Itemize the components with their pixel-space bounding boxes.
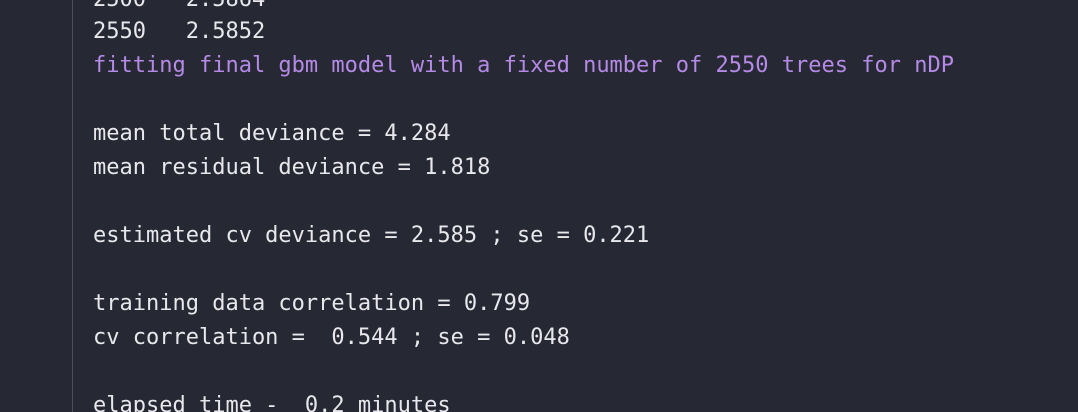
console-output-text: 2500 2.5864 2550 2.5852 fitting final gb… — [93, 0, 1078, 412]
console-line-mean-residual-deviance: mean residual deviance = 1.818 — [93, 155, 491, 180]
console-line-iteration-2550: 2550 2.5852 — [93, 19, 266, 44]
console-line-training-correlation: training data correlation = 0.799 — [93, 291, 531, 316]
console-line-mean-total-deviance: mean total deviance = 4.284 — [93, 121, 451, 146]
editor-gutter-divider — [72, 0, 73, 412]
r-console-output-pane: 2500 2.5864 2550 2.5852 fitting final gb… — [0, 0, 1078, 412]
console-line-cv-correlation: cv correlation = 0.544 ; se = 0.048 — [93, 325, 570, 350]
console-line-fitting-message: fitting final gbm model with a fixed num… — [93, 53, 954, 78]
console-line-elapsed-time: elapsed time - 0.2 minutes — [93, 393, 451, 412]
console-line-estimated-cv-deviance: estimated cv deviance = 2.585 ; se = 0.2… — [93, 223, 650, 248]
